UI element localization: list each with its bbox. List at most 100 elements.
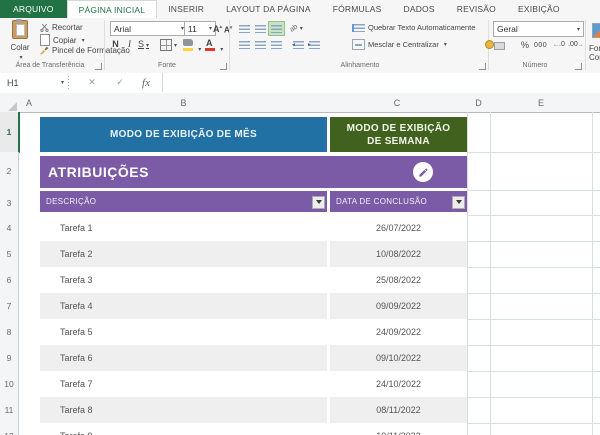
wrap-text-label: Quebrar Texto Automaticamente [368,23,476,32]
sheet-grid: A B C D E 1 2 3 4 5 6 7 8 9 10 11 12 MO [0,93,600,435]
grow-font-button[interactable]: A▴ [213,23,222,34]
row-header-3[interactable]: 3 [0,190,19,216]
table-row: Tarefa 5 24/09/2022 [0,319,600,345]
month-view-header-cell[interactable]: MODO DE EXIBIÇÃO DE MÊS [40,117,327,152]
insert-function-button[interactable]: fx [136,73,156,92]
number-format-combo[interactable]: Geral [493,21,584,37]
task-name-cell[interactable]: Tarefa 6 [40,345,327,371]
align-right-button[interactable] [268,37,285,52]
task-name-cell[interactable]: Tarefa 3 [40,267,327,293]
increase-indent-button[interactable] [306,37,323,52]
select-all-corner[interactable] [0,93,19,113]
scissors-icon [40,23,49,32]
decrease-indent-button[interactable] [290,37,307,52]
task-name-cell[interactable]: Tarefa 5 [40,319,327,345]
task-date-cell[interactable]: 24/10/2022 [330,371,467,397]
task-date-cell[interactable]: 26/07/2022 [330,215,467,241]
clipboard-dialog-launcher[interactable] [95,63,102,70]
task-name-cell[interactable]: Tarefa 1 [40,215,327,241]
description-filter-button[interactable] [312,196,325,209]
underline-button[interactable]: S [138,39,149,49]
bold-button[interactable]: N [110,39,121,49]
task-date-cell[interactable]: 09/09/2022 [330,293,467,319]
name-box[interactable]: H1 [0,73,64,92]
conditional-formatting-button[interactable]: For Con [589,44,600,62]
orientation-button[interactable]: ab [289,23,303,33]
description-header-cell[interactable]: DESCRIÇÃO [40,191,327,212]
row-header-2[interactable]: 2 [0,152,19,191]
column-header-c[interactable]: C [327,93,468,113]
task-date-cell[interactable]: 25/08/2022 [330,267,467,293]
task-date-cell[interactable]: 08/11/2022 [330,397,467,423]
formula-input[interactable] [162,73,600,92]
task-name-cell[interactable]: Tarefa 9 [40,423,327,435]
number-dialog-launcher[interactable] [575,63,582,70]
task-date-cell[interactable]: 19/11/2022 [330,423,467,435]
wrap-text-button[interactable]: Quebrar Texto Automaticamente [352,23,475,32]
align-top-button[interactable] [236,21,253,36]
cancel-button[interactable]: ✕ [82,73,102,92]
edit-button[interactable] [413,162,433,182]
select-all-triangle-icon [8,102,17,111]
week-view-header-cell[interactable]: MODO DE EXIBIÇÃO DE SEMANA [330,117,467,152]
name-box-value: H1 [7,77,19,88]
conditional-formatting-label: For [589,44,600,53]
enter-button[interactable]: ✓ [110,73,130,92]
align-bottom-icon [271,24,282,33]
merge-center-icon [352,39,365,50]
table-row: Tarefa 8 08/11/2022 [0,397,600,423]
tab-revisao[interactable]: REVISÃO [446,0,507,18]
task-name-cell[interactable]: Tarefa 2 [40,241,327,267]
column-header-b[interactable]: B [40,93,328,113]
align-center-button[interactable] [252,37,269,52]
row-header-1[interactable]: 1 [0,112,20,153]
tab-arquivo[interactable]: ARQUIVO [0,0,67,18]
percent-style-button[interactable]: % [521,40,529,50]
task-date-cell[interactable]: 09/10/2022 [330,345,467,371]
align-left-button[interactable] [236,37,253,52]
font-dialog-launcher[interactable] [220,63,227,70]
tab-layout-da-pagina[interactable]: LAYOUT DA PÁGINA [215,0,322,18]
paste-button[interactable]: Colar [4,19,36,60]
tab-formulas[interactable]: FÓRMULAS [322,0,393,18]
align-middle-button[interactable] [252,21,269,36]
column-header-partial[interactable] [592,93,600,113]
task-name-cell[interactable]: Tarefa 8 [40,397,327,423]
due-date-filter-button[interactable] [452,196,465,209]
tab-exibicao[interactable]: EXIBIÇÃO [507,0,571,18]
table-row: Tarefa 9 19/11/2022 [0,423,600,435]
column-header-d[interactable]: D [467,93,491,113]
task-date-cell[interactable]: 10/08/2022 [330,241,467,267]
task-name-cell[interactable]: Tarefa 4 [40,293,327,319]
accounting-format-button[interactable] [494,40,499,49]
task-date-cell[interactable]: 24/09/2022 [330,319,467,345]
alignment-dialog-launcher[interactable] [479,63,486,70]
cancel-icon: ✕ [88,77,96,87]
fill-color-button[interactable] [182,39,201,53]
font-color-button[interactable]: A [204,38,223,53]
alignment-group-label: Alinhamento [340,62,380,69]
tab-inserir[interactable]: INSERIR [157,0,215,18]
borders-button[interactable] [160,39,177,51]
assignments-title-cell[interactable]: ATRIBUIÇÕES [40,156,467,188]
merge-center-button[interactable]: Mesclar e Centralizar [352,39,447,50]
copy-button[interactable]: Copiar [40,32,85,46]
cut-button[interactable]: Recortar [40,23,83,32]
gridline [467,152,600,153]
comma-style-button[interactable]: 000 [534,42,547,49]
tab-pagina-inicial[interactable]: PÁGINA INICIAL [66,0,158,18]
increase-decimal-button[interactable] [553,41,565,48]
align-bottom-button[interactable] [268,21,285,36]
column-header-e[interactable]: E [490,93,593,113]
decrease-decimal-button[interactable] [568,41,584,48]
tab-dados[interactable]: DADOS [393,0,446,18]
font-size-combo[interactable]: 11 [184,21,216,36]
merge-center-label: Mesclar e Centralizar [368,40,439,49]
column-header-a[interactable]: A [18,93,41,113]
task-name-cell[interactable]: Tarefa 7 [40,371,327,397]
number-format-value: Geral [497,24,518,34]
formula-bar-separator [68,76,69,89]
due-date-header-cell[interactable]: DATA DE CONCLUSÃO [330,191,467,212]
font-name-combo[interactable]: Arial [110,21,188,36]
italic-button[interactable]: I [124,39,135,49]
